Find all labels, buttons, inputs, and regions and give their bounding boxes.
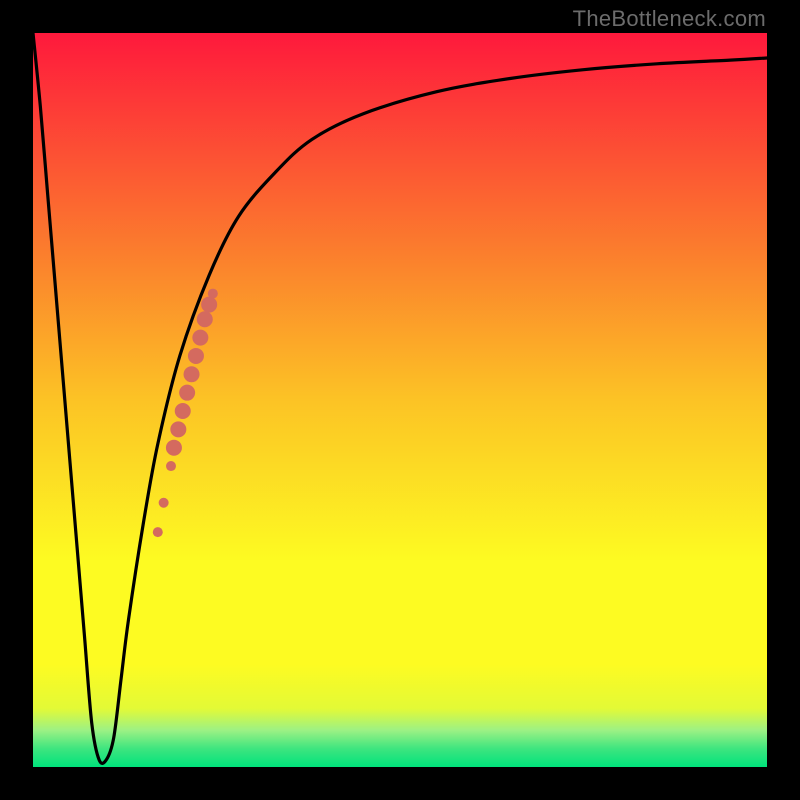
highlight-marker (201, 297, 217, 313)
highlight-marker (184, 366, 200, 382)
gradient-background (33, 33, 767, 767)
highlight-marker (208, 289, 218, 299)
highlight-marker (179, 385, 195, 401)
chart-svg (33, 33, 767, 767)
highlight-marker (188, 348, 204, 364)
highlight-marker (192, 330, 208, 346)
highlight-marker (166, 440, 182, 456)
chart-frame: TheBottleneck.com (0, 0, 800, 800)
highlight-marker (153, 527, 163, 537)
plot-area (33, 33, 767, 767)
highlight-marker (197, 311, 213, 327)
highlight-marker (159, 498, 169, 508)
highlight-marker (166, 461, 176, 471)
highlight-marker (170, 421, 186, 437)
watermark-text: TheBottleneck.com (573, 6, 766, 32)
highlight-marker (175, 403, 191, 419)
